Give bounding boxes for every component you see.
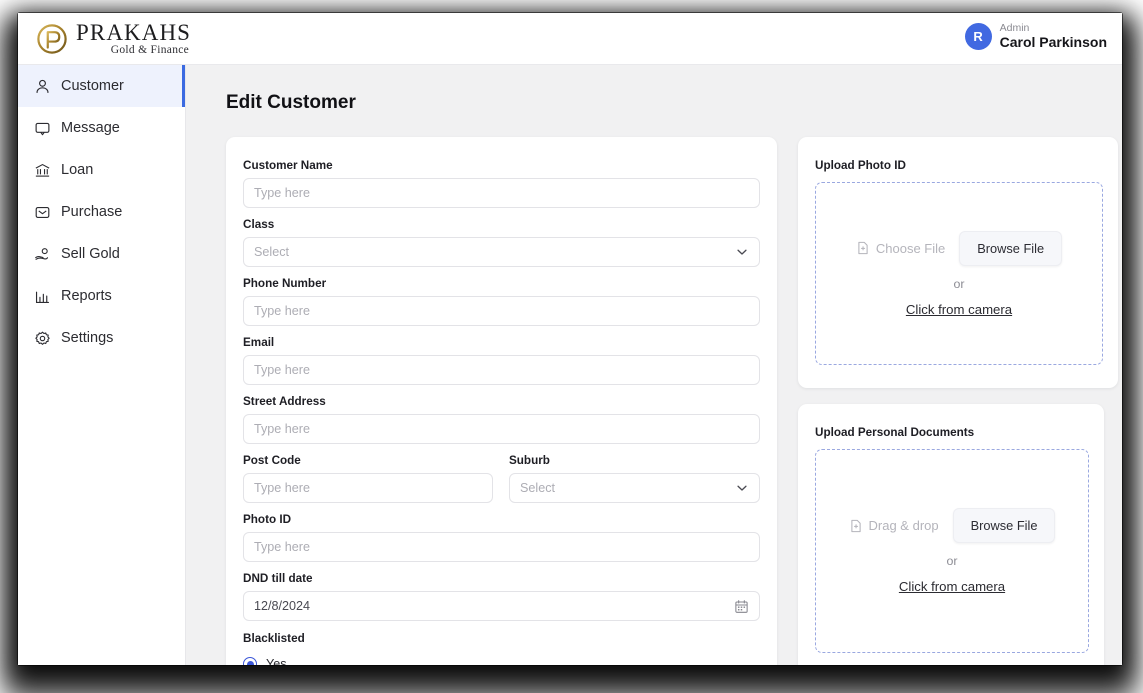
- photo-id-dropzone[interactable]: Choose File Browse File or Click from ca…: [815, 182, 1103, 365]
- blacklisted-yes-label: Yes: [266, 657, 287, 665]
- post-code-label: Post Code: [243, 454, 301, 467]
- customer-name-placeholder: Type here: [254, 186, 311, 200]
- page-title: Edit Customer: [226, 92, 356, 113]
- docs-click-from-camera-link[interactable]: Click from camera: [899, 579, 1005, 594]
- customer-form-card: Customer Name Type here Class Select Pho…: [226, 137, 777, 665]
- street-address-placeholder: Type here: [254, 422, 311, 436]
- class-select[interactable]: Select: [243, 237, 760, 267]
- brand-tagline: Gold & Finance: [110, 44, 190, 56]
- photo-id-input[interactable]: Type here: [243, 532, 760, 562]
- street-address-label: Street Address: [243, 395, 326, 408]
- post-code-input[interactable]: Type here: [243, 473, 493, 503]
- sidebar: Customer Message Loan Purchase Sell Gold…: [18, 65, 186, 665]
- sidebar-item-reports[interactable]: Reports: [18, 275, 185, 317]
- sidebar-item-label: Purchase: [61, 204, 123, 220]
- file-plus-icon: [858, 241, 868, 255]
- email-placeholder: Type here: [254, 363, 311, 377]
- app-header: PRAKAHS Gold & Finance R Admin Carol Par…: [18, 13, 1122, 65]
- docs-or-label: or: [946, 554, 958, 568]
- blacklisted-radio-yes[interactable]: Yes: [243, 657, 760, 665]
- upload-photo-id-title: Upload Photo ID: [815, 159, 906, 172]
- inbox-icon: [35, 206, 50, 218]
- dnd-till-date-input[interactable]: 12/8/2024: [243, 591, 760, 621]
- dnd-till-date-label: DND till date: [243, 572, 313, 585]
- user-profile[interactable]: R Admin Carol Parkinson: [964, 22, 1107, 51]
- class-label: Class: [243, 218, 275, 231]
- field-email: Email Type here: [243, 336, 760, 385]
- sidebar-item-label: Message: [61, 120, 120, 136]
- sidebar-item-label: Reports: [61, 288, 112, 304]
- sidebar-item-label: Customer: [61, 78, 124, 94]
- upload-photo-id-card: Upload Photo ID Choose File Browse File: [798, 137, 1118, 388]
- user-name: Carol Parkinson: [999, 34, 1107, 51]
- email-label: Email: [243, 336, 275, 349]
- file-plus-icon: [850, 519, 861, 532]
- chevron-down-icon: [737, 485, 747, 491]
- sidebar-item-message[interactable]: Message: [18, 107, 185, 149]
- photo-or-label: or: [953, 276, 965, 291]
- bank-icon: [35, 163, 50, 177]
- sidebar-item-settings[interactable]: Settings: [18, 317, 185, 359]
- sidebar-item-label: Loan: [61, 162, 94, 178]
- gear-icon: [35, 331, 50, 345]
- post-code-placeholder: Type here: [254, 481, 311, 495]
- dnd-till-date-value: 12/8/2024: [254, 599, 311, 613]
- sidebar-item-sell-gold[interactable]: Sell Gold: [18, 233, 185, 275]
- field-post-code: Post Code Type here: [243, 454, 493, 503]
- field-photo-id: Photo ID Type here: [243, 513, 760, 562]
- customer-name-label: Customer Name: [243, 159, 333, 172]
- calendar-icon[interactable]: [734, 599, 749, 614]
- hand-coin-icon: [35, 247, 49, 260]
- bar-chart-icon: [35, 291, 50, 303]
- class-placeholder: Select: [254, 245, 290, 259]
- docs-drag-and-drop[interactable]: Drag & drop: [849, 518, 939, 533]
- field-class: Class Select: [243, 218, 760, 267]
- user-role: Admin: [999, 22, 1030, 34]
- docs-drag-and-drop-label: Drag & drop: [868, 518, 939, 533]
- field-suburb: Suburb Select: [509, 454, 760, 503]
- phone-number-label: Phone Number: [243, 277, 327, 290]
- brand-name: PRAKAHS: [76, 20, 192, 45]
- avatar: R: [964, 22, 992, 50]
- user-icon: [36, 79, 49, 93]
- radio-indicator: [243, 657, 257, 665]
- phone-number-input[interactable]: Type here: [243, 296, 760, 326]
- upload-personal-documents-title: Upload Personal Documents: [815, 426, 975, 439]
- photo-browse-file-button[interactable]: Browse File: [959, 230, 1063, 266]
- suburb-select[interactable]: Select: [509, 473, 760, 503]
- phone-number-placeholder: Type here: [254, 304, 311, 318]
- field-phone-number: Phone Number Type here: [243, 277, 760, 326]
- photo-choose-file-label: Choose File: [875, 240, 946, 256]
- field-dnd-till-date: DND till date 12/8/2024: [243, 572, 760, 621]
- photo-click-from-camera-link[interactable]: Click from camera: [906, 302, 1012, 317]
- customer-name-input[interactable]: Type here: [243, 178, 760, 208]
- field-blacklisted: Blacklisted Yes: [243, 632, 760, 665]
- sidebar-item-label: Settings: [61, 330, 114, 346]
- main-content: Edit Customer Customer Name Type here Cl…: [186, 65, 1122, 665]
- upload-personal-documents-card: Upload Personal Documents Drag & drop Br…: [798, 404, 1104, 665]
- field-customer-name: Customer Name Type here: [243, 159, 760, 208]
- sidebar-item-label: Sell Gold: [61, 246, 120, 262]
- photo-id-placeholder: Type here: [254, 540, 311, 554]
- suburb-label: Suburb: [509, 454, 550, 467]
- photo-choose-file[interactable]: Choose File: [856, 241, 945, 256]
- docs-browse-file-button[interactable]: Browse File: [952, 508, 1056, 543]
- field-street-address: Street Address Type here: [243, 395, 760, 444]
- street-address-input[interactable]: Type here: [243, 414, 760, 444]
- email-input[interactable]: Type here: [243, 355, 760, 385]
- prakahs-gold-p-emblem-icon: [37, 24, 67, 54]
- sidebar-item-loan[interactable]: Loan: [18, 149, 185, 191]
- blacklisted-label: Blacklisted: [243, 632, 305, 645]
- sidebar-item-customer[interactable]: Customer: [18, 65, 185, 107]
- sidebar-item-purchase[interactable]: Purchase: [18, 191, 185, 233]
- app-window: PRAKAHS Gold & Finance R Admin Carol Par…: [18, 13, 1122, 665]
- suburb-placeholder: Select: [520, 481, 556, 495]
- chat-bubble-icon: [35, 122, 50, 135]
- chevron-down-icon: [737, 249, 747, 255]
- personal-documents-dropzone[interactable]: Drag & drop Browse File or Click from ca…: [815, 449, 1089, 653]
- photo-id-label: Photo ID: [243, 513, 292, 526]
- brand-logo[interactable]: PRAKAHS Gold & Finance: [35, 21, 191, 57]
